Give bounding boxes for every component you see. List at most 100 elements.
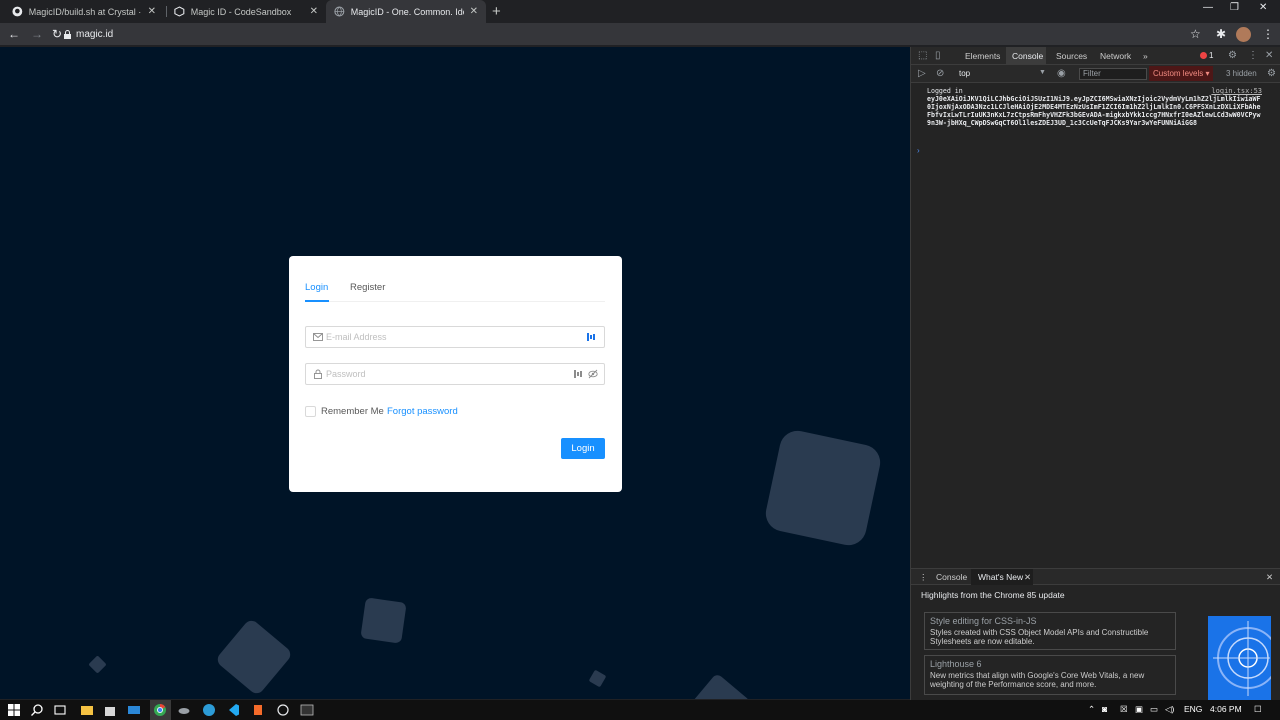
password-manager-icon[interactable] bbox=[586, 332, 596, 342]
error-icon bbox=[1200, 52, 1207, 59]
news-item[interactable]: Lighthouse 6 New metrics that align with… bbox=[924, 655, 1176, 695]
decorative-square bbox=[214, 617, 294, 697]
close-tab-icon[interactable]: ✕ bbox=[470, 6, 478, 17]
new-tab-icon[interactable]: + bbox=[492, 3, 501, 20]
task-view-icon[interactable] bbox=[53, 703, 67, 717]
language-indicator[interactable]: ENG bbox=[1184, 704, 1202, 714]
close-tab-icon[interactable]: ✕ bbox=[310, 6, 318, 17]
tab-login[interactable]: Login bbox=[305, 282, 328, 293]
tab-elements[interactable]: Elements bbox=[965, 51, 1000, 61]
context-selector[interactable]: top bbox=[959, 69, 970, 78]
search-icon[interactable] bbox=[30, 703, 44, 717]
login-card: Login Register E-mail Address Password R… bbox=[289, 256, 622, 492]
tab-register[interactable]: Register bbox=[350, 282, 385, 293]
whats-new-heading: Highlights from the Chrome 85 update bbox=[921, 590, 1065, 600]
log-source-link[interactable]: login.tsx:53 bbox=[1211, 87, 1262, 95]
discord-icon[interactable]: ◙ bbox=[1102, 704, 1107, 714]
volume-icon[interactable]: ◁) bbox=[1165, 704, 1174, 715]
email-field[interactable]: E-mail Address bbox=[305, 326, 605, 348]
browser-tab-github[interactable]: MagicID/build.sh at Crystal · Fore ✕ bbox=[4, 0, 164, 23]
codesandbox-icon bbox=[174, 6, 185, 17]
login-button[interactable]: Login bbox=[561, 438, 605, 459]
forward-icon[interactable]: → bbox=[31, 27, 43, 41]
forgot-password-link[interactable]: Forgot password bbox=[387, 406, 458, 417]
inspect-element-icon[interactable]: ⬚ bbox=[918, 50, 927, 61]
console-prompt-icon[interactable]: › bbox=[917, 146, 920, 155]
menu-icon[interactable]: ⋮ bbox=[1262, 27, 1274, 41]
windows-start-icon[interactable] bbox=[7, 703, 21, 717]
kebab-menu-icon[interactable]: ⋮ bbox=[1248, 50, 1258, 61]
close-devtools-icon[interactable]: ✕ bbox=[1265, 50, 1273, 61]
remember-label: Remember Me bbox=[321, 406, 384, 417]
edge-icon[interactable] bbox=[202, 703, 216, 717]
vscode-icon[interactable] bbox=[226, 703, 240, 717]
app-icon[interactable] bbox=[276, 703, 290, 717]
filter-input[interactable]: Filter bbox=[1079, 68, 1147, 80]
password-manager-icon[interactable] bbox=[573, 369, 583, 379]
tab-network[interactable]: Network bbox=[1100, 51, 1131, 61]
more-tabs-icon[interactable]: » bbox=[1143, 51, 1148, 61]
decorative-square bbox=[687, 672, 752, 699]
notifications-icon[interactable]: ☐ bbox=[1254, 704, 1262, 715]
chrome-icon[interactable] bbox=[153, 703, 167, 717]
settings-gear-icon[interactable]: ⚙ bbox=[1228, 50, 1237, 61]
globe-icon bbox=[334, 6, 345, 17]
close-tab-icon[interactable]: ✕ bbox=[148, 6, 156, 17]
network-icon[interactable]: ▭ bbox=[1150, 704, 1158, 715]
clock[interactable]: 4:06 PM bbox=[1210, 704, 1242, 714]
minimize-icon[interactable]: — bbox=[1203, 2, 1213, 13]
extensions-icon[interactable]: ✱ bbox=[1216, 27, 1226, 41]
onedrive-icon[interactable] bbox=[177, 703, 191, 717]
close-drawer-tab-icon[interactable]: ✕ bbox=[1024, 572, 1031, 583]
drawer-tab-console[interactable]: Console bbox=[936, 572, 967, 582]
tab-console[interactable]: Console bbox=[1012, 51, 1043, 61]
live-expression-eye-icon[interactable]: ◉ bbox=[1057, 68, 1066, 79]
sidebar-toggle-icon[interactable]: ▷ bbox=[918, 68, 926, 79]
log-token: eyJ0eXAiOiJKV1QiLCJhbGciOiJSUzI1NiJ9.eyJ… bbox=[927, 95, 1261, 127]
tray-app-icon[interactable]: ☒ bbox=[1120, 704, 1128, 715]
reload-icon[interactable]: ↻ bbox=[52, 27, 62, 41]
file-explorer-icon[interactable] bbox=[80, 703, 94, 717]
restore-icon[interactable]: ❐ bbox=[1230, 2, 1239, 13]
tray-app-icon[interactable]: ▣ bbox=[1135, 704, 1143, 715]
remember-checkbox[interactable] bbox=[305, 406, 316, 417]
console-settings-icon[interactable]: ⚙ bbox=[1267, 68, 1276, 79]
drawer-menu-icon[interactable]: ⋮ bbox=[919, 572, 928, 583]
app-icon[interactable] bbox=[251, 703, 265, 717]
drawer-tab-whats-new[interactable]: What's New bbox=[978, 572, 1023, 582]
github-icon bbox=[12, 6, 23, 17]
back-icon[interactable]: ← bbox=[8, 27, 20, 41]
context-dropdown-icon[interactable]: ▼ bbox=[1039, 69, 1046, 76]
address-bar[interactable]: magic.id bbox=[76, 29, 113, 40]
console-toolbar: ▷ ⊘ top ▼ ◉ Filter Custom levels ▾ 3 hid… bbox=[911, 65, 1280, 83]
tab-title: MagicID - One. Common. Identit bbox=[350, 6, 464, 17]
terminal-icon[interactable] bbox=[300, 703, 314, 717]
error-count: 1 bbox=[1209, 51, 1214, 60]
lock-icon bbox=[64, 30, 71, 39]
eye-invisible-icon[interactable] bbox=[588, 369, 598, 379]
news-description: New metrics that align with Google's Cor… bbox=[930, 671, 1145, 689]
browser-tabbar: MagicID/build.sh at Crystal · Fore ✕ Mag… bbox=[0, 0, 1280, 23]
hidden-messages-count: 3 hidden bbox=[1226, 69, 1257, 78]
news-item[interactable]: Style editing for CSS-in-JS Styles creat… bbox=[924, 612, 1176, 650]
password-field[interactable]: Password bbox=[305, 363, 605, 385]
clear-console-icon[interactable]: ⊘ bbox=[936, 68, 944, 79]
device-toolbar-icon[interactable]: ▯ bbox=[935, 50, 941, 61]
error-counter[interactable]: 1 bbox=[1200, 51, 1213, 60]
close-drawer-icon[interactable]: ✕ bbox=[1266, 572, 1273, 583]
page-viewport: Login Register E-mail Address Password R… bbox=[0, 47, 910, 699]
tab-sources[interactable]: Sources bbox=[1056, 51, 1087, 61]
browser-tab-codesandbox[interactable]: Magic ID - CodeSandbox ✕ bbox=[166, 0, 326, 23]
avatar[interactable] bbox=[1236, 27, 1251, 42]
os-taskbar: ⌃ ◙ ☒ ▣ ▭ ◁) ENG 4:06 PM ☐ bbox=[0, 700, 1280, 720]
close-window-icon[interactable]: ✕ bbox=[1259, 2, 1267, 13]
mail-app-icon[interactable] bbox=[127, 703, 141, 717]
browser-tab-magicid[interactable]: MagicID - One. Common. Identit ✕ bbox=[326, 0, 486, 23]
tray-overflow-icon[interactable]: ⌃ bbox=[1088, 704, 1095, 715]
email-placeholder: E-mail Address bbox=[326, 332, 387, 342]
drawer-tabbar: ⋮ Console What's New ✕ ✕ bbox=[911, 568, 1280, 585]
bookmark-star-icon[interactable]: ☆ bbox=[1190, 27, 1201, 41]
log-levels-dropdown[interactable]: Custom levels ▾ bbox=[1149, 66, 1213, 81]
store-icon[interactable] bbox=[103, 703, 117, 717]
password-placeholder: Password bbox=[326, 369, 366, 379]
